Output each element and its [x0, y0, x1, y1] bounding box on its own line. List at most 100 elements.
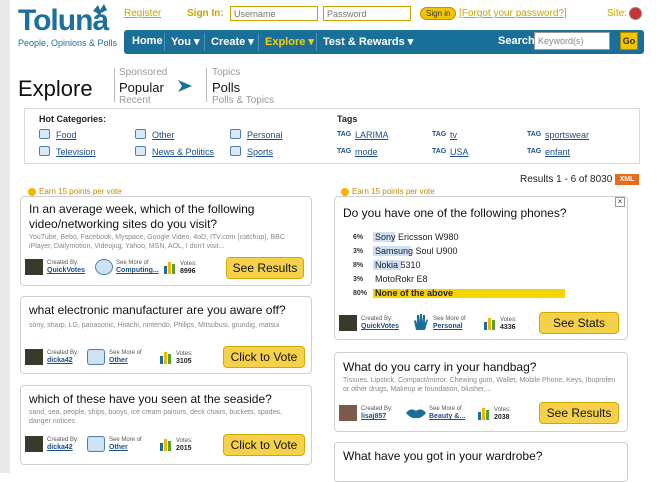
nav-you[interactable]: You ▾	[171, 35, 200, 48]
poll-option[interactable]: None of the above	[375, 288, 453, 298]
votes-chart-icon	[484, 318, 495, 330]
votes: Votes: 3105	[176, 350, 193, 366]
votes-count: 2038	[494, 414, 510, 421]
food-icon	[39, 129, 50, 139]
created-by-label: Created By:	[47, 437, 79, 443]
crumb-popular[interactable]: Popular	[119, 80, 164, 95]
click-to-vote-button[interactable]: Click to Vote	[223, 434, 305, 456]
tag-usa[interactable]: USA	[450, 147, 469, 157]
poll-option[interactable]: MotoRokr E8	[375, 274, 428, 284]
votes: Votes: 2015	[176, 437, 193, 453]
see-more-link[interactable]: Beauty &...	[429, 413, 465, 421]
nav-separator	[316, 33, 317, 51]
see-results-button[interactable]: See Results	[226, 257, 304, 279]
see-results-button[interactable]: See Results	[539, 402, 619, 424]
see-stats-button[interactable]: See Stats	[539, 312, 619, 334]
close-icon[interactable]: ×	[615, 197, 625, 207]
poll-card[interactable]: which of these have you seen at the seas…	[20, 385, 312, 465]
poll-card[interactable]: × Do you have one of the following phone…	[334, 196, 628, 340]
username-input[interactable]	[230, 6, 318, 21]
logo-tagline: People, Opinions & Polls	[18, 38, 118, 48]
crumb-sponsored[interactable]: Sponsored	[119, 67, 167, 78]
votes-count: 8996	[180, 268, 196, 275]
created-by: Created By: dicka42	[47, 349, 79, 365]
search-input[interactable]: Keyword(s)	[534, 32, 610, 50]
poll-question[interactable]: what electronic manufacturer are you awa…	[29, 303, 307, 318]
creator-link[interactable]: lisaj857	[361, 413, 393, 421]
category-television[interactable]: Television	[56, 147, 96, 157]
nav-create[interactable]: Create ▾	[211, 35, 254, 48]
nav-home[interactable]: Home	[132, 35, 163, 47]
category-personal[interactable]: Personal	[247, 130, 283, 140]
toluna-logo[interactable]: Toluna People, Opinions & Polls	[18, 4, 118, 56]
votes-chart-icon	[164, 262, 175, 274]
option-percent: 3%	[353, 276, 364, 283]
poll-option[interactable]: Samsung Soul U900	[375, 246, 458, 256]
see-more-link[interactable]: Other	[109, 444, 142, 452]
option-text: Soul U900	[413, 246, 458, 256]
tag-larima[interactable]: LARIMA	[355, 130, 389, 140]
poll-question[interactable]: which of these have you seen at the seas…	[29, 392, 307, 407]
category-food[interactable]: Food	[56, 130, 77, 140]
crumb-topics[interactable]: Topics	[212, 67, 240, 78]
see-more-link[interactable]: Computing...	[116, 267, 159, 275]
poll-option[interactable]: Nokia 5310	[375, 260, 421, 270]
poll-card[interactable]: What have you got in your wardrobe?	[334, 442, 628, 482]
tag-sportswear[interactable]: sportswear	[545, 130, 589, 140]
see-more-link[interactable]: Other	[109, 357, 142, 365]
personal-icon	[230, 129, 241, 139]
creator-link[interactable]: QuickVotes	[47, 267, 85, 275]
creator-avatar	[25, 259, 43, 275]
hot-categories-header: Hot Categories:	[39, 114, 107, 124]
creator-avatar	[25, 349, 43, 365]
poll-option[interactable]: Sony Ericsson W980	[375, 232, 459, 242]
created-by-label: Created By:	[361, 316, 393, 322]
xml-feed-button[interactable]: XML	[615, 174, 639, 185]
poll-question[interactable]: Do you have one of the following phones?	[343, 206, 603, 221]
sign-in-button[interactable]: Sign in	[420, 7, 457, 20]
crumb-polls[interactable]: Polls	[212, 80, 240, 95]
sports-icon	[230, 146, 241, 156]
see-more-label: See More of	[109, 437, 142, 443]
tag-enfant[interactable]: enfant	[545, 147, 570, 157]
crumb-recent[interactable]: Recent	[119, 95, 151, 106]
see-more-label: See More of	[433, 316, 466, 322]
see-more: See More of Computing...	[116, 259, 159, 275]
category-sports[interactable]: Sports	[247, 147, 273, 157]
nav-explore[interactable]: Explore ▾	[265, 35, 314, 48]
password-input[interactable]	[323, 6, 411, 21]
poll-options-summary: sony, sharp, LG, panasonic, Hitachi, nin…	[29, 322, 280, 329]
crumb-polls-topics[interactable]: Polls & Topics	[212, 95, 274, 106]
poll-card[interactable]: In an average week, which of the followi…	[20, 196, 312, 286]
votes-chart-icon	[478, 408, 489, 420]
click-to-vote-button[interactable]: Click to Vote	[223, 346, 305, 368]
creator-link[interactable]: dicka42	[47, 357, 79, 365]
register-link[interactable]: Register	[124, 8, 161, 19]
votes-label: Votes:	[176, 351, 193, 357]
search-go-button[interactable]: Go	[620, 32, 638, 50]
tags-header: Tags	[337, 114, 358, 124]
creator-link[interactable]: QuickVotes	[361, 323, 399, 331]
option-text: 5310	[398, 260, 421, 270]
category-news-politics[interactable]: News & Politics	[152, 147, 214, 157]
forgot-password-link[interactable]: [Forgot your password?]	[459, 8, 567, 19]
see-more-link[interactable]: Personal	[433, 323, 466, 331]
tag-mode[interactable]: mode	[355, 147, 378, 157]
uk-flag-icon[interactable]	[629, 7, 642, 20]
creator-link[interactable]: dicka42	[47, 444, 79, 452]
poll-card[interactable]: What do you carry in your handbag? Tissu…	[334, 352, 628, 432]
poll-question[interactable]: What have you got in your wardrobe?	[343, 449, 621, 464]
votes-label: Votes:	[180, 261, 197, 267]
see-more-label: See More of	[429, 406, 462, 412]
tag-tv[interactable]: tv	[450, 130, 457, 140]
poll-card[interactable]: what electronic manufacturer are you awa…	[20, 296, 312, 374]
creator-avatar	[339, 315, 357, 331]
results-count: Results 1 - 6 of 8030	[520, 174, 613, 185]
nav-test-rewards[interactable]: Test & Rewards ▾	[323, 35, 413, 48]
category-other[interactable]: Other	[152, 130, 175, 140]
search-label: Search:	[498, 35, 539, 47]
votes-label: Votes:	[176, 438, 193, 444]
coin-icon	[28, 188, 36, 196]
poll-question[interactable]: In an average week, which of the followi…	[29, 202, 299, 232]
poll-question[interactable]: What do you carry in your handbag?	[343, 360, 621, 375]
